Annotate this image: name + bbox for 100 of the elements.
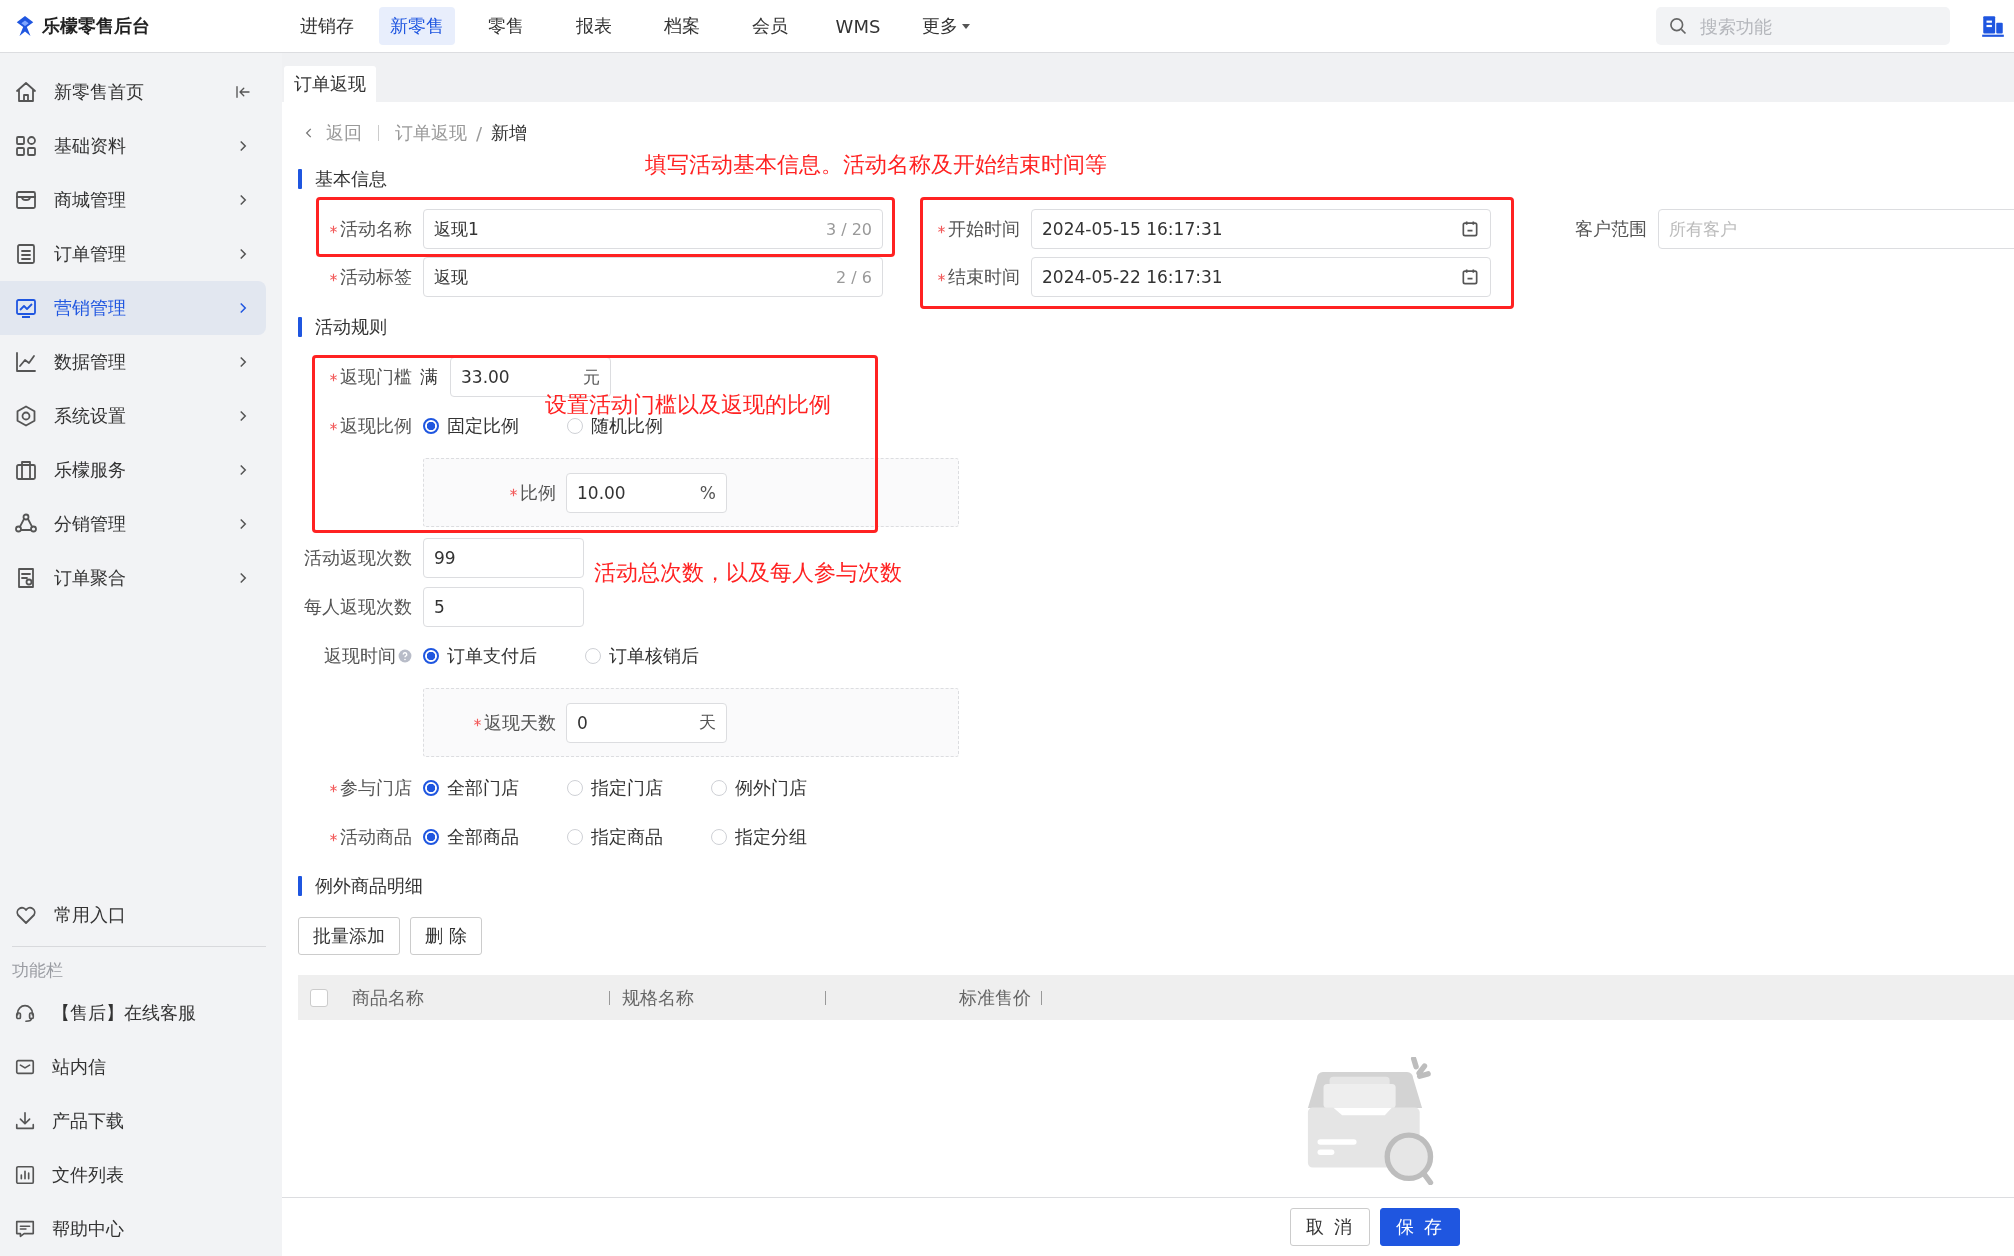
calendar-icon — [1460, 267, 1480, 287]
field-label: 返现比例 — [340, 414, 412, 438]
breadcrumb-current: 新增 — [491, 121, 528, 145]
action-button[interactable]: 删 除 — [410, 917, 482, 955]
character-counter: 3 / 20 — [825, 219, 872, 239]
settings-icon — [14, 404, 38, 428]
radio-label: 订单支付后 — [447, 644, 537, 668]
field-label: 参与门店 — [340, 776, 412, 800]
grid-icon — [14, 134, 38, 158]
cancel-button[interactable]: 取 消 — [1290, 1208, 1370, 1246]
unit-label: 天 — [699, 711, 716, 734]
column-header: 标准售价 — [959, 985, 1031, 1010]
nav-tab[interactable]: 档案 — [645, 7, 719, 45]
sidebar-item[interactable]: 系统设置 — [0, 389, 266, 443]
field-label: 结束时间 — [948, 265, 1020, 289]
section-title: 基本信息 — [315, 167, 387, 191]
field-label: 每人返现次数 — [304, 595, 412, 619]
line-chart-icon — [14, 350, 38, 374]
save-button[interactable]: 保 存 — [1380, 1208, 1460, 1246]
input-field[interactable]: 10.00 % — [566, 472, 727, 513]
input-field[interactable]: 5 — [423, 587, 584, 627]
sidebar-item[interactable]: 产品下载 — [0, 1094, 266, 1148]
nav-tab[interactable]: 会员 — [733, 7, 807, 45]
nav-tab[interactable]: 更多 — [909, 7, 983, 45]
chart-icon — [14, 296, 38, 320]
tab[interactable]: 订单返现 — [284, 66, 376, 102]
radio-label: 指定门店 — [591, 776, 663, 800]
nav-tab[interactable]: 新零售 — [379, 7, 455, 45]
field-label: 客户范围 — [1575, 217, 1647, 241]
field-label: 返现门槛 — [340, 365, 412, 389]
sidebar-item[interactable]: 常用入口 — [0, 888, 266, 942]
radio-label: 随机比例 — [591, 415, 663, 438]
sidebar-item[interactable]: 基础资料 — [0, 119, 266, 173]
headset-icon — [14, 1002, 36, 1024]
calendar-icon — [1460, 219, 1480, 239]
sidebar-item[interactable]: 数据管理 — [0, 335, 266, 389]
radio-button[interactable] — [423, 829, 439, 845]
message-icon — [14, 1218, 36, 1240]
radio-label: 订单核销后 — [609, 644, 699, 668]
character-counter: 2 / 6 — [836, 267, 872, 287]
download-icon — [14, 1110, 36, 1132]
input-field[interactable]: 所有客户 — [1658, 209, 2014, 249]
field-label: 活动标签 — [340, 265, 412, 289]
sidebar-item[interactable]: 站内信 — [0, 1040, 266, 1094]
section-title: 例外商品明细 — [315, 874, 423, 898]
field-label: 活动商品 — [340, 825, 412, 849]
input-field[interactable]: 返现1 3 / 20 — [423, 209, 883, 249]
nav-tab[interactable]: 进销存 — [289, 7, 365, 45]
sidebar-item[interactable]: 商城管理 — [0, 173, 266, 227]
input-field[interactable]: 返现 2 / 6 — [423, 257, 883, 297]
nav-tab[interactable]: 零售 — [469, 7, 543, 45]
bag-icon — [14, 458, 38, 482]
bar-chart-icon — [14, 1164, 36, 1186]
input-field[interactable]: 99 — [423, 538, 584, 578]
input-field[interactable]: 2024-05-15 16:17:31 — [1031, 209, 1491, 249]
radio-label: 全部门店 — [447, 776, 519, 800]
sidebar-item[interactable]: 订单管理 — [0, 227, 266, 281]
sidebar-item[interactable]: 乐檬服务 — [0, 443, 266, 497]
input-field[interactable]: 2024-05-22 16:17:31 — [1031, 257, 1491, 297]
sidebar-item[interactable]: 营销管理 — [0, 281, 266, 335]
field-label: 返现时间 — [324, 644, 396, 668]
nav-tab[interactable]: 报表 — [557, 7, 631, 45]
storefront-icon — [14, 188, 38, 212]
logo-icon — [14, 15, 36, 37]
section-title: 功能栏 — [11, 959, 64, 982]
checkbox[interactable] — [310, 988, 328, 1007]
input-field[interactable]: 0 天 — [566, 702, 727, 743]
annotation-text: 活动总次数，以及每人参与次数 — [594, 559, 902, 587]
field-label: 活动名称 — [340, 217, 412, 241]
nav-tab[interactable]: WMS — [821, 7, 895, 45]
sidebar-item[interactable]: 订单聚合 — [0, 551, 266, 605]
radio-label: 例外门店 — [735, 776, 807, 800]
radio-label: 固定比例 — [447, 414, 519, 438]
radio-button[interactable] — [423, 780, 439, 796]
radio-label: 全部商品 — [447, 825, 519, 849]
action-button[interactable]: 批量添加 — [298, 917, 400, 955]
radio-button[interactable] — [423, 418, 439, 434]
column-header: 商品名称 — [352, 985, 424, 1010]
radio-button[interactable] — [423, 648, 439, 664]
search-icon — [1668, 16, 1688, 36]
brand-name: 乐檬零售后台 — [42, 14, 150, 38]
unit-label: 元 — [583, 365, 600, 389]
field-label: 开始时间 — [948, 217, 1020, 241]
sidebar-item[interactable]: 分销管理 — [0, 497, 266, 551]
unit-label: % — [699, 482, 716, 503]
sidebar-item[interactable]: 【售后】在线客服 — [0, 986, 266, 1040]
prefix-label: 满 — [420, 365, 438, 389]
section-title: 活动规则 — [315, 315, 387, 339]
collapse-icon — [234, 83, 252, 101]
field-label: 活动返现次数 — [304, 546, 412, 570]
annotation-text: 填写活动基本信息。活动名称及开始结束时间等 — [645, 151, 1107, 179]
document-icon[interactable] — [1980, 13, 2006, 39]
sidebar-item[interactable]: 文件列表 — [0, 1148, 266, 1202]
sidebar-item[interactable]: 帮助中心 — [0, 1202, 266, 1256]
radio-label: 指定分组 — [735, 825, 807, 849]
radio-label: 指定商品 — [591, 825, 663, 849]
breadcrumb-separator: / — [476, 122, 483, 144]
search-field[interactable]: 搜索功能 — [1656, 7, 1950, 45]
home-icon — [14, 80, 38, 104]
sidebar-item[interactable]: 新零售首页 — [0, 65, 266, 119]
